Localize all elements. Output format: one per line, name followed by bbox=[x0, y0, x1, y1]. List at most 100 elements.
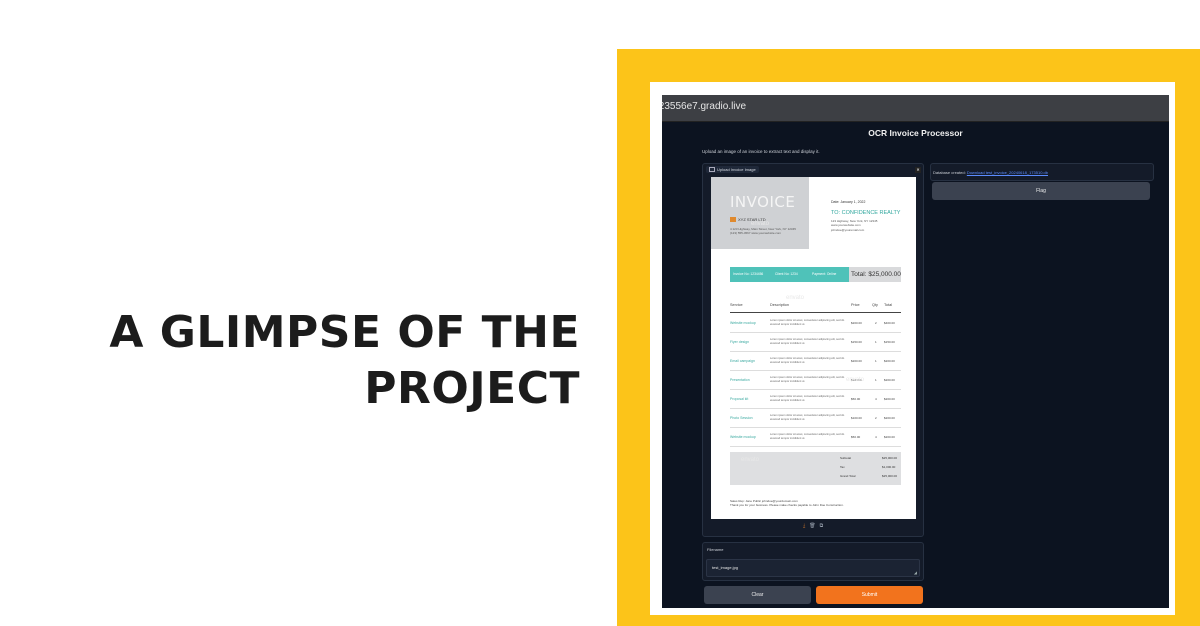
row-qty: 4 bbox=[875, 397, 877, 401]
subtotal-label: Subtotal bbox=[840, 456, 852, 460]
watermark: envato bbox=[741, 457, 760, 463]
tax-label: Tax bbox=[840, 465, 845, 469]
row-price: $200.00 bbox=[851, 359, 862, 363]
watermark: envato bbox=[846, 377, 865, 383]
company-address: 4 123 Highway, Main Street, New York, NY… bbox=[730, 227, 805, 235]
row-total: $200.00 bbox=[884, 416, 895, 420]
payment-method: Payment: Online bbox=[812, 272, 837, 276]
row-total: $400.00 bbox=[884, 321, 895, 325]
watermark: envato bbox=[786, 295, 805, 301]
invoice-date: Date: January 1, 2022 bbox=[831, 200, 866, 204]
row-total: $200.00 bbox=[884, 378, 895, 382]
invoice-row: Proposal kit Lorem ipsum dolor sit amet, … bbox=[730, 390, 901, 409]
invoice-row: Presentation Lorem ipsum dolor sit amet, … bbox=[730, 371, 901, 390]
filename-value: test_image.jpg bbox=[712, 565, 739, 570]
row-description: Lorem ipsum dolor sit amet, consectetur … bbox=[770, 433, 845, 440]
row-service: Website mockup bbox=[730, 435, 756, 439]
company-logo bbox=[730, 217, 736, 223]
row-price: $200.00 bbox=[851, 321, 862, 325]
clear-button[interactable]: Clear bbox=[704, 586, 811, 604]
invoice-notes: Sales Rep: Jane Public johndoe@yourdomai… bbox=[730, 499, 880, 508]
subtotal-value: $25,000.00 bbox=[882, 456, 898, 460]
row-total: $200.00 bbox=[884, 435, 895, 439]
trash-icon[interactable]: 🗑 bbox=[809, 523, 815, 529]
col-total: Total bbox=[884, 303, 893, 307]
database-download-link[interactable]: Download test_invoice_20240618_173510.db bbox=[967, 170, 1048, 175]
invoice-number: Invoice No: 1234456 bbox=[733, 272, 764, 276]
invoice-table-header: Service Description Price Qty Total bbox=[730, 303, 901, 313]
upload-label-text: Upload Invoice Image bbox=[717, 167, 756, 172]
invoice-total: Total: $25,000.00 bbox=[849, 267, 901, 282]
client-number: Client No: 1234 bbox=[775, 272, 798, 276]
database-label: Database created: bbox=[933, 170, 966, 175]
invoice-heading: INVOICE bbox=[730, 193, 796, 211]
submit-button[interactable]: Submit bbox=[816, 586, 923, 604]
browser-url-bar[interactable]: f23556e7.gradio.live bbox=[662, 95, 1169, 122]
resize-icon[interactable]: ◢ bbox=[914, 570, 917, 575]
client-email: johndoe@youremail.com bbox=[831, 227, 865, 232]
image-icon bbox=[709, 167, 715, 173]
flag-button[interactable]: Flag bbox=[932, 182, 1150, 200]
invoice-row: Email campaign Lorem ipsum dolor sit amet… bbox=[730, 352, 901, 371]
col-service: Service bbox=[730, 303, 743, 307]
row-qty: 1 bbox=[875, 378, 877, 382]
row-description: Lorem ipsum dolor sit amet, consectetur … bbox=[770, 319, 845, 326]
row-qty: 2 bbox=[875, 416, 877, 420]
col-price: Price bbox=[851, 303, 860, 307]
row-total: $200.00 bbox=[884, 359, 895, 363]
row-total: $200.00 bbox=[884, 397, 895, 401]
row-service: Website mockup bbox=[730, 321, 756, 325]
browser-url: f23556e7.gradio.live bbox=[662, 101, 747, 112]
invoice-row: Flyer design Lorem ipsum dolor sit amet, … bbox=[730, 333, 901, 352]
row-service: Flyer design bbox=[730, 340, 750, 344]
company-contact: (123) 555-4567 www.yourwebsite.com bbox=[730, 231, 782, 235]
row-price: $100.00 bbox=[851, 416, 862, 420]
client-info: 123 Highway, New York, NY 12345 www.your… bbox=[831, 219, 877, 232]
watermark: envato bbox=[751, 221, 770, 227]
row-service: Presentation bbox=[730, 378, 750, 382]
slide-title: A GLIMPSE OF THE PROJECT bbox=[40, 305, 580, 417]
app-description: Upload an image of an invoice to extract… bbox=[702, 149, 820, 154]
upload-icon[interactable]: ⤓ bbox=[803, 523, 805, 529]
tax-value: $1,000.00 bbox=[882, 465, 896, 469]
filename-panel: Filename test_image.jpg ◢ bbox=[702, 542, 924, 581]
row-service: Photo Session bbox=[730, 416, 753, 420]
app-screenshot: f23556e7.gradio.live OCR Invoice Process… bbox=[662, 95, 1169, 608]
row-qty: 2 bbox=[875, 321, 877, 325]
col-description: Description bbox=[770, 303, 789, 307]
filename-field[interactable]: test_image.jpg ◢ bbox=[706, 559, 920, 577]
row-description: Lorem ipsum dolor sit amet, consectetur … bbox=[770, 338, 845, 345]
invoice-row: Website mockup Lorem ipsum dolor sit amet… bbox=[730, 428, 901, 447]
row-description: Lorem ipsum dolor sit amet, consectetur … bbox=[770, 357, 845, 364]
grand-total-label: Grand Total bbox=[840, 474, 856, 478]
upload-panel[interactable]: Upload Invoice Image ✕ INVOICE XYZ STAR … bbox=[702, 163, 924, 537]
slide-title-line2: PROJECT bbox=[364, 363, 580, 414]
copy-icon[interactable]: ⧉ bbox=[820, 523, 824, 529]
row-total: $150.00 bbox=[884, 340, 895, 344]
app-title: OCR Invoice Processor bbox=[868, 128, 963, 138]
database-status: Database created: Download test_invoice_… bbox=[933, 170, 1048, 175]
invoice-info-bar: Invoice No: 1234456 Client No: 1234 Paym… bbox=[730, 267, 849, 282]
invoice-header-block bbox=[711, 177, 809, 249]
col-qty: Qty bbox=[872, 303, 878, 307]
invoice-row: Photo Session Lorem ipsum dolor sit amet,… bbox=[730, 409, 901, 428]
row-price: $50.00 bbox=[851, 435, 861, 439]
invoice-image: INVOICE XYZ STAR LTD 4 123 Highway, Main… bbox=[711, 177, 916, 519]
filename-label: Filename bbox=[707, 547, 724, 552]
row-service: Proposal kit bbox=[730, 397, 749, 401]
thank-you-note: Thank you for your business. Please make… bbox=[730, 503, 844, 508]
row-price: $150.00 bbox=[851, 340, 862, 344]
row-description: Lorem ipsum dolor sit amet, consectetur … bbox=[770, 414, 845, 421]
row-qty: 1 bbox=[875, 359, 877, 363]
row-description: Lorem ipsum dolor sit amet, consectetur … bbox=[770, 395, 845, 402]
slide-title-line1: A GLIMPSE OF THE bbox=[109, 307, 580, 358]
row-service: Email campaign bbox=[730, 359, 755, 363]
row-qty: 4 bbox=[875, 435, 877, 439]
close-icon[interactable]: ✕ bbox=[915, 167, 921, 173]
upload-label: Upload Invoice Image bbox=[706, 166, 759, 174]
row-qty: 1 bbox=[875, 340, 877, 344]
invoice-client: TO: CONFIDENCE REALTY bbox=[831, 210, 901, 216]
row-price: $50.00 bbox=[851, 397, 861, 401]
grand-total-value: $25,000.00 bbox=[882, 474, 898, 478]
upload-toolbar: ⤓ 🗑 ⧉ bbox=[803, 523, 823, 529]
